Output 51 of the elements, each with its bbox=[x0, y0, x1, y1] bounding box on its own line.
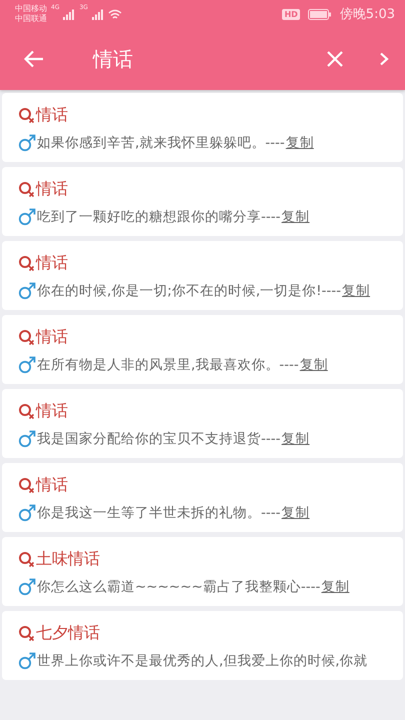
page-title: 情话 bbox=[93, 46, 134, 72]
quote-text: 吃到了一颗好吃的糖想跟你的嘴分享---- bbox=[37, 208, 280, 226]
quote-text: 世界上你或许不是最优秀的人,但我爱上你的时候,你就 bbox=[37, 652, 368, 670]
copy-link[interactable]: 复制 bbox=[282, 504, 310, 522]
copy-link[interactable]: 复制 bbox=[286, 134, 314, 152]
male-symbol-icon bbox=[18, 504, 36, 522]
clock-time: 傍晚5:03 bbox=[340, 6, 395, 23]
category-title: 七夕情话 bbox=[36, 623, 100, 644]
copy-link[interactable]: 复制 bbox=[321, 578, 350, 596]
copy-link[interactable]: 复制 bbox=[282, 430, 310, 448]
female-symbol-icon bbox=[18, 477, 35, 494]
female-symbol-icon bbox=[18, 107, 35, 124]
battery-icon bbox=[308, 8, 332, 20]
category-title: 情话 bbox=[36, 105, 68, 126]
carrier-label: 中国联通 bbox=[15, 14, 47, 24]
category-title: 情话 bbox=[36, 253, 68, 274]
quote-text: 你是我这一生等了半世未拆的礼物。---- bbox=[37, 504, 280, 522]
male-symbol-icon bbox=[18, 652, 36, 670]
wifi-icon bbox=[108, 8, 122, 20]
category-title: 情话 bbox=[36, 327, 68, 348]
copy-link[interactable]: 复制 bbox=[300, 356, 328, 374]
close-icon bbox=[327, 51, 343, 67]
copy-link[interactable]: 复制 bbox=[282, 208, 310, 226]
chevron-right-icon bbox=[379, 52, 389, 66]
male-symbol-icon bbox=[18, 578, 36, 596]
quote-text: 你在的时候,你是一切;你不在的时候,一切是你!---- bbox=[37, 282, 342, 300]
male-symbol-icon bbox=[18, 208, 36, 226]
category-title: 情话 bbox=[36, 179, 68, 200]
female-symbol-icon bbox=[18, 551, 35, 568]
female-symbol-icon bbox=[18, 403, 35, 420]
carrier-label: 中国移动 bbox=[15, 4, 47, 14]
back-arrow-icon bbox=[24, 50, 44, 68]
quote-text: 在所有物是人非的风景里,我最喜欢你。---- bbox=[37, 356, 299, 374]
female-symbol-icon bbox=[18, 181, 35, 198]
signal-icon bbox=[92, 8, 104, 20]
male-symbol-icon bbox=[18, 356, 36, 374]
male-symbol-icon bbox=[18, 134, 36, 152]
female-symbol-icon bbox=[18, 329, 35, 346]
category-title: 情话 bbox=[36, 475, 68, 496]
male-symbol-icon bbox=[18, 430, 36, 448]
quote-text: 你怎么这么霸道~~~~~~霸占了我整颗心---- bbox=[37, 578, 320, 596]
male-symbol-icon bbox=[18, 282, 36, 300]
category-title: 土味情话 bbox=[36, 549, 100, 570]
female-symbol-icon bbox=[18, 625, 35, 642]
copy-link[interactable]: 复制 bbox=[342, 282, 370, 300]
female-symbol-icon bbox=[18, 255, 35, 272]
category-title: 情话 bbox=[36, 401, 68, 422]
quote-text: 我是国家分配给你的宝贝不支持退货---- bbox=[37, 430, 280, 448]
signal-icon bbox=[63, 8, 76, 20]
quote-text: 如果你感到辛苦,就来我怀里躲躲吧。---- bbox=[37, 134, 285, 152]
hd-badge: HD bbox=[282, 8, 300, 20]
